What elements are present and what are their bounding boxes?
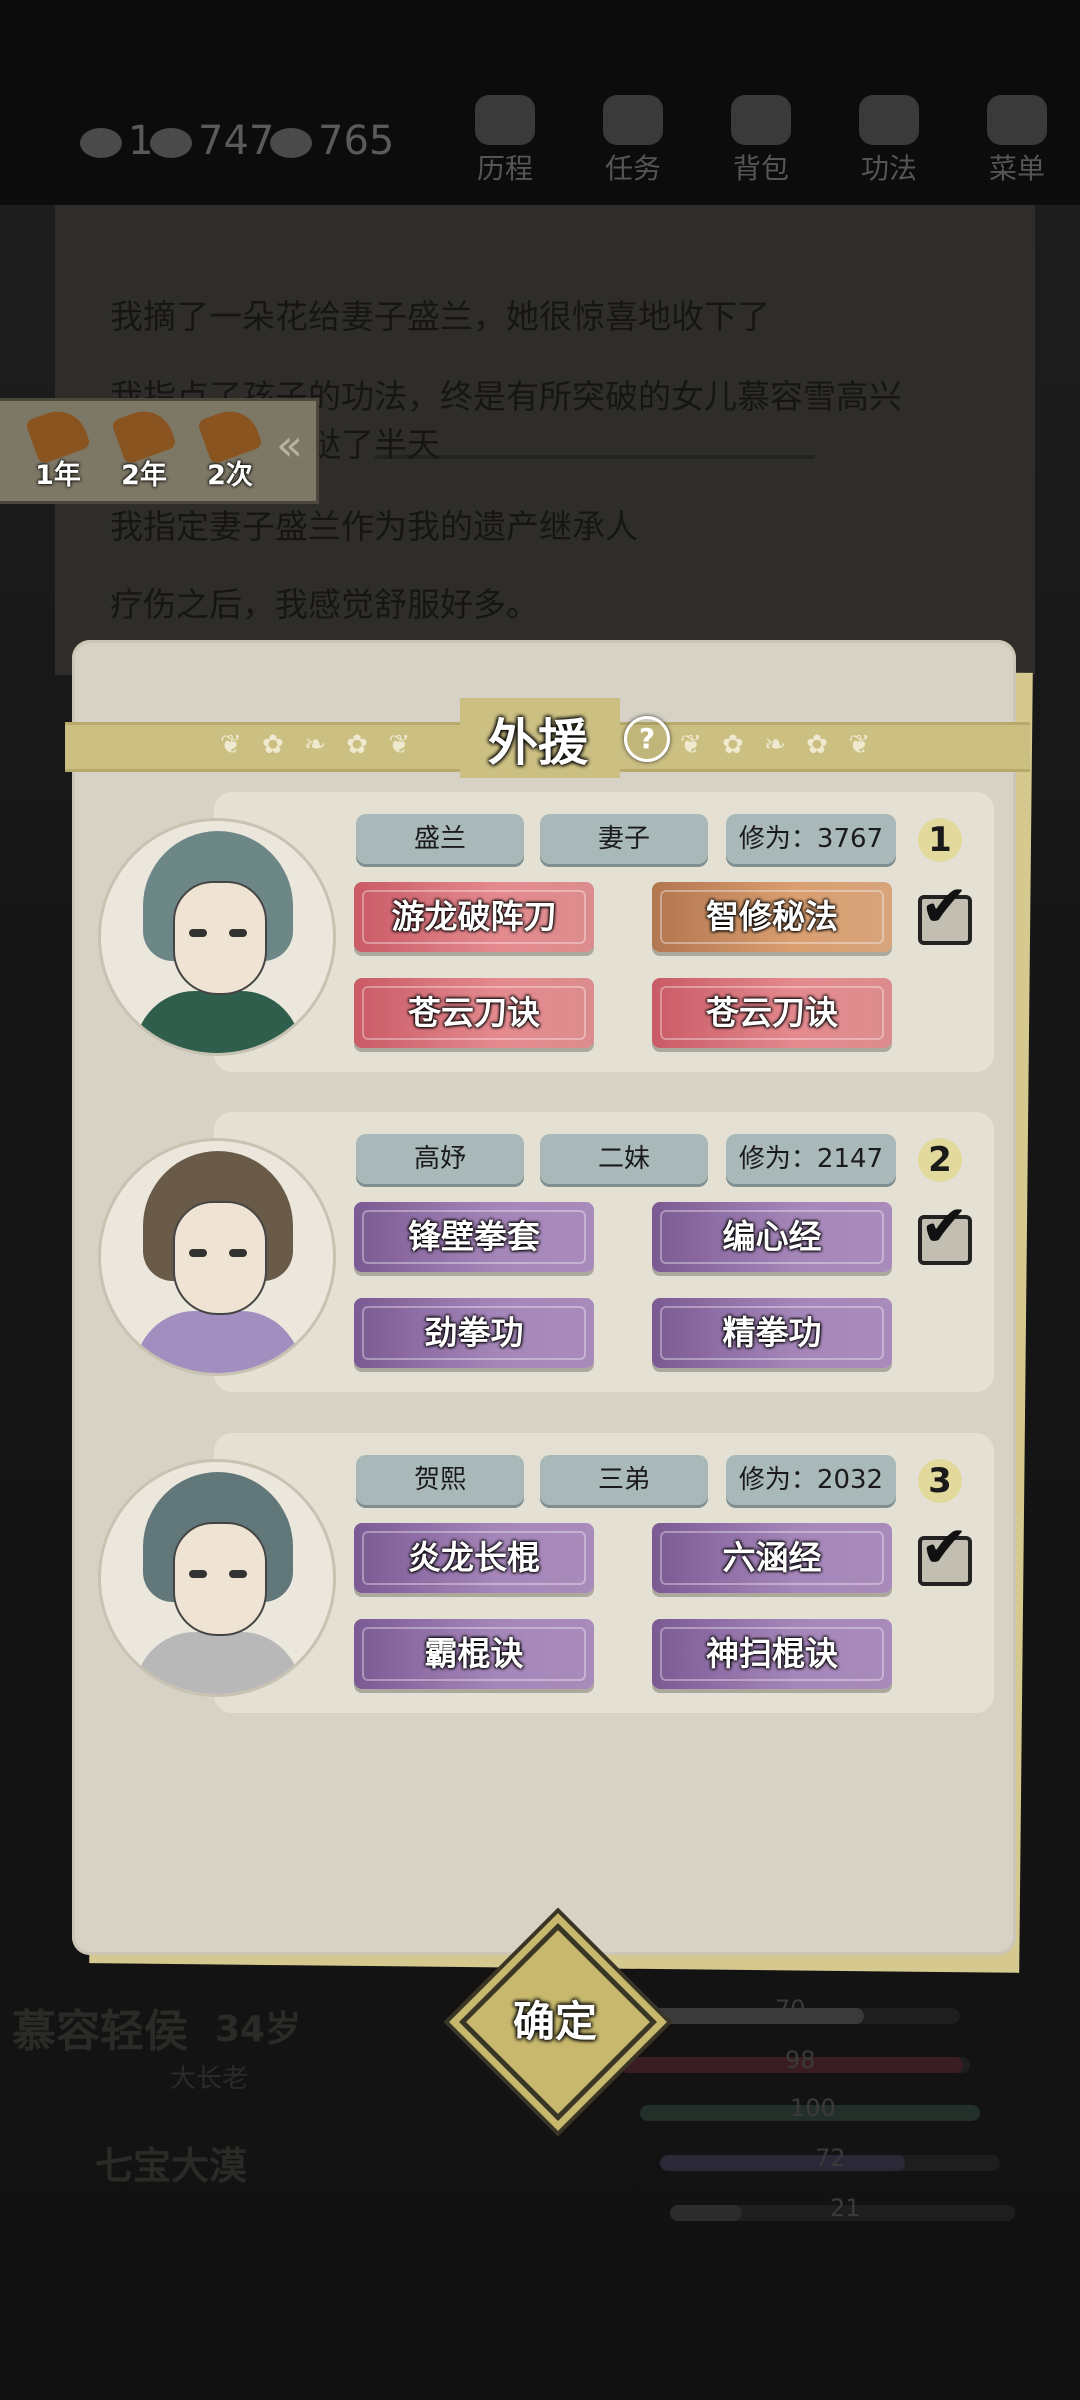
character-location: 七宝大漠: [95, 2144, 248, 2188]
stat-value: 21: [830, 2194, 861, 2222]
skill-button[interactable]: 游龙破阵刀: [354, 882, 594, 952]
skill-button[interactable]: 苍云刀诀: [354, 978, 594, 1048]
helper-avatar: [98, 818, 336, 1056]
ornament-right: ❦ ✿ ❧ ✿ ❦: [680, 730, 876, 760]
resource-3: 765: [270, 118, 394, 164]
skill-button[interactable]: 苍云刀诀: [652, 978, 892, 1048]
menu-task-button[interactable]: 任务: [578, 95, 688, 185]
ornament-left: ❦ ✿ ❧ ✿ ❦: [220, 730, 416, 760]
checkmark-icon: ✔: [920, 872, 969, 940]
checkmark-icon: ✔: [920, 1192, 969, 1260]
character-age: 34岁: [215, 2009, 302, 2050]
helper-avatar: [98, 1138, 336, 1376]
time-skip-panel: 1年 2年 2次: [0, 398, 319, 504]
skill-button[interactable]: 智修秘法: [652, 882, 892, 952]
story-line: 我摘了一朵花给妻子盛兰，她很惊喜地收下了: [110, 297, 770, 336]
helper-relation: 三弟: [540, 1455, 708, 1505]
bag-icon: [731, 95, 791, 145]
top-bar: 1 747 765 历程 任务 背包 功法 菜单: [0, 0, 1080, 205]
fan-menu-icon: [987, 95, 1047, 145]
story-line: 我指定妻子盛兰作为我的遗产继承人: [110, 507, 638, 546]
character-name: 慕容轻侯: [12, 2006, 188, 2057]
skill-button[interactable]: 锋壁拳套: [354, 1202, 594, 1272]
helper-cultivation: 修为：3767: [726, 814, 896, 864]
manual-book-icon: [859, 95, 919, 145]
helper-cultivation: 修为：2032: [726, 1455, 896, 1505]
skip-2-years-button[interactable]: 2年: [104, 403, 184, 495]
confirm-label[interactable]: 确定: [480, 1988, 630, 2049]
menu-skills-button[interactable]: 功法: [834, 95, 944, 185]
helper-index: 2: [918, 1138, 962, 1182]
help-icon[interactable]: ?: [624, 716, 670, 762]
helper-name: 盛兰: [356, 814, 524, 864]
stat-value: 70: [775, 1995, 806, 2023]
character-title: 大长老: [170, 2064, 249, 2094]
helper-select-checkbox[interactable]: ✔: [918, 877, 972, 945]
helper-avatar: [98, 1459, 336, 1697]
stat-value: 98: [785, 2046, 816, 2074]
resource-2: 747: [150, 118, 274, 164]
skip-1-year-button[interactable]: 1年: [18, 403, 98, 495]
skill-button[interactable]: 神扫棍诀: [652, 1619, 892, 1689]
skill-button[interactable]: 霸棍诀: [354, 1619, 594, 1689]
skill-button[interactable]: 六涵经: [652, 1523, 892, 1593]
ingot-icon: [80, 128, 122, 158]
story-line: 疗伤之后，我感觉舒服好多。: [110, 585, 539, 624]
helper-index: 3: [918, 1459, 962, 1503]
checkmark-icon: ✔: [920, 1513, 969, 1581]
journey-icon: [475, 95, 535, 145]
gem-icon: [150, 128, 192, 158]
helper-name: 高妤: [356, 1134, 524, 1184]
menu-main-button[interactable]: 菜单: [962, 95, 1072, 185]
helper-index: 1: [918, 818, 962, 862]
helper-relation: 二妹: [540, 1134, 708, 1184]
skill-button[interactable]: 劲拳功: [354, 1298, 594, 1368]
stat-value: 72: [815, 2144, 846, 2172]
skill-button[interactable]: 炎龙长棍: [354, 1523, 594, 1593]
helper-name: 贺熙: [356, 1455, 524, 1505]
task-scroll-icon: [603, 95, 663, 145]
story-divider: [375, 455, 815, 459]
coin-icon: [270, 128, 312, 158]
helper-cultivation: 修为：2147: [726, 1134, 896, 1184]
menu-bag-button[interactable]: 背包: [706, 95, 816, 185]
skill-button[interactable]: 编心经: [652, 1202, 892, 1272]
helper-select-checkbox[interactable]: ✔: [918, 1197, 972, 1265]
menu-journey-button[interactable]: 历程: [450, 95, 560, 185]
resource-1: 1: [80, 118, 153, 164]
skill-button[interactable]: 精拳功: [652, 1298, 892, 1368]
helper-select-checkbox[interactable]: ✔: [918, 1518, 972, 1586]
helper-relation: 妻子: [540, 814, 708, 864]
dialog-title: 外援: [488, 714, 588, 772]
skip-2-times-button[interactable]: 2次: [190, 403, 270, 495]
collapse-chevron-icon[interactable]: «: [276, 420, 303, 471]
stat-value: 100: [790, 2094, 836, 2122]
